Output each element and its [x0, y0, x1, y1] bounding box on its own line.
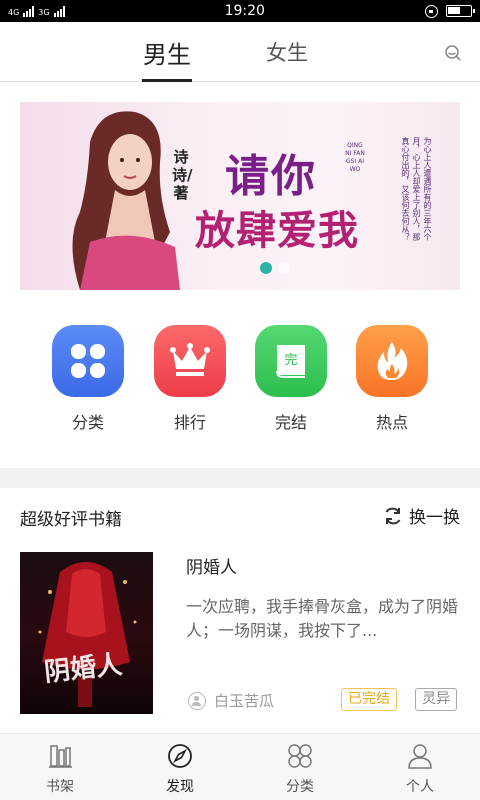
network-type-1: 4G	[8, 7, 20, 17]
compass-icon	[168, 744, 192, 768]
book-description: 一次应聘，我手捧骨灰盒，成为了阴婚人；一场阴谋，我按下了...	[186, 597, 459, 640]
refresh-button[interactable]: 换一换	[383, 503, 460, 528]
banner-tagline: 为心上人遭遇所有的三年六个月，心上人却爱上了别人，那真心付出的，又该何去何从？	[401, 137, 432, 241]
refresh-label: 换一换	[409, 508, 460, 528]
banner-title-line2: 放肆爱我	[195, 207, 359, 254]
rotation-lock-icon	[424, 4, 438, 18]
network-type-2: 3G	[38, 7, 50, 17]
carousel-dots	[260, 262, 290, 274]
category-hot-button[interactable]: 热点	[352, 325, 432, 433]
flame-icon	[356, 325, 428, 397]
banner-pinyin: QINGNI FANGSI AIWO	[345, 142, 365, 173]
category-ranking-button[interactable]: 排行	[150, 325, 230, 433]
author-avatar-icon	[188, 691, 206, 710]
book-author: 白玉苦瓜	[188, 690, 274, 711]
nav-label: 分类	[286, 779, 314, 795]
gender-tabs: 男生 女生	[0, 22, 480, 82]
nav-item-category[interactable]: 分类	[240, 734, 360, 800]
category-label: 分类	[71, 413, 104, 432]
refresh-icon	[385, 507, 401, 524]
section-divider	[0, 468, 480, 488]
promo-banner[interactable]: 诗诗/著 请你 放肆爱我 QINGNI FANGSI AIWO 为心上人遭遇所有…	[20, 102, 460, 290]
tab-male[interactable]: 男生	[130, 22, 204, 82]
signal-icon-2	[53, 5, 65, 17]
genre-badge: 灵异	[415, 688, 457, 711]
svg-text:完: 完	[284, 353, 297, 368]
category-label: 排行	[173, 413, 206, 432]
nav-item-discover[interactable]: 发现	[120, 734, 240, 800]
bottom-navigation: 书架 发现 分类 个人	[0, 733, 480, 800]
signal-icon	[23, 5, 35, 17]
category-classify-button[interactable]: 分类	[48, 325, 128, 433]
battery-icon	[445, 5, 475, 17]
clock: 19:20	[224, 3, 265, 19]
section-title: 超级好评书籍	[20, 510, 122, 530]
carousel-dot[interactable]	[278, 262, 290, 274]
category-grid-icon	[52, 325, 124, 397]
search-icon[interactable]	[444, 44, 462, 62]
book-title[interactable]: 阴婚人	[186, 553, 237, 578]
nav-item-profile[interactable]: 个人	[360, 734, 480, 800]
nav-label: 发现	[166, 779, 194, 795]
category-grid-icon	[288, 744, 312, 768]
nav-item-bookshelf[interactable]: 书架	[0, 734, 120, 800]
carousel-dot-active[interactable]	[260, 262, 272, 274]
banner-author: 诗诗/著	[172, 148, 193, 202]
category-shortcuts: 分类 排行 完 完结 热点	[0, 325, 480, 435]
status-bar: 4G 3G 19:20	[0, 0, 480, 22]
status-badge: 已完结	[341, 688, 397, 711]
nav-label: 个人	[406, 779, 434, 795]
nav-label: 书架	[46, 779, 74, 795]
finished-book-icon: 完	[255, 325, 327, 397]
signal-indicators: 4G 3G	[8, 5, 65, 17]
book-cover[interactable]: 阴婚人	[20, 552, 153, 714]
tab-female[interactable]: 女生	[252, 22, 322, 82]
banner-illustration	[72, 111, 180, 290]
crown-icon	[154, 325, 226, 397]
bookshelf-icon	[49, 745, 72, 768]
category-finished-button[interactable]: 完 完结	[251, 325, 331, 433]
person-icon	[408, 744, 432, 769]
author-name: 白玉苦瓜	[214, 692, 275, 710]
category-label: 热点	[375, 413, 408, 432]
banner-title-line1: 请你	[225, 151, 317, 202]
category-label: 完结	[274, 413, 307, 432]
